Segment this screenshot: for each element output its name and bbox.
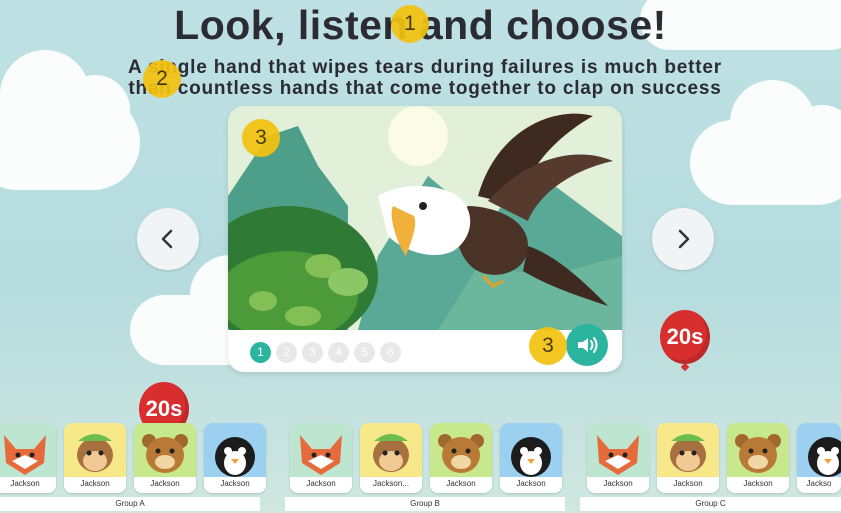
player-card[interactable]: Jackson (204, 423, 266, 493)
step-badge-1: 1 (391, 5, 429, 43)
player-name: Jackson (743, 479, 773, 488)
player-card[interactable]: Jackson (500, 423, 562, 493)
step-badge-3: 3 (242, 119, 280, 157)
monkey-avatar (360, 423, 422, 477)
player-card[interactable]: Jackson (64, 423, 126, 493)
group-label: Group C (580, 497, 841, 511)
player-card[interactable]: Jackson (587, 423, 649, 493)
player-name: Jackson (516, 479, 546, 488)
player-name: Jackson (603, 479, 633, 488)
quote-text: A single hand that wipes tears during fa… (90, 57, 760, 99)
step-badge-3b: 3 (529, 327, 567, 365)
fox-avatar (290, 423, 352, 477)
page-dot-5[interactable]: 5 (354, 342, 375, 363)
page-dot-3[interactable]: 3 (302, 342, 323, 363)
step-badge-2: 2 (143, 60, 181, 98)
monkey-avatar (64, 423, 126, 477)
chevron-right-icon (678, 229, 690, 249)
player-name: Jackson (673, 479, 703, 488)
play-audio-button[interactable] (566, 324, 608, 366)
player-name: Jackson (10, 479, 40, 488)
player-name: Jackson (306, 479, 336, 488)
player-card[interactable]: Jackson (430, 423, 492, 493)
penguin-avatar (500, 423, 562, 477)
player-card[interactable]: Jackson... (360, 423, 422, 493)
page-dot-6[interactable]: 6 (380, 342, 401, 363)
player-card[interactable]: Jackson (0, 423, 56, 493)
next-button[interactable] (652, 208, 714, 270)
fox-avatar (587, 423, 649, 477)
page-dot-2[interactable]: 2 (276, 342, 297, 363)
cloud-decoration (0, 50, 140, 190)
player-groups: Jackson Jackson Jackson Jackson Group A … (0, 423, 841, 513)
question-card: 1 2 3 4 5 6 (228, 106, 622, 372)
bear-avatar (134, 423, 196, 477)
player-card[interactable]: Jackso (797, 423, 841, 493)
player-name: Jackson (80, 479, 110, 488)
player-name: Jackson (220, 479, 250, 488)
quote-line-1: A single hand that wipes tears during fa… (128, 57, 722, 78)
prev-button[interactable] (137, 208, 199, 270)
cloud-decoration (690, 80, 841, 205)
penguin-avatar (204, 423, 266, 477)
fox-avatar (0, 423, 56, 477)
bear-avatar (727, 423, 789, 477)
eagle-illustration (228, 106, 622, 330)
player-name: Jackson (150, 479, 180, 488)
countdown-timer: 20s (660, 310, 710, 364)
group-label: Group A (0, 497, 260, 511)
player-card[interactable]: Jackson (134, 423, 196, 493)
speaker-icon (578, 337, 598, 353)
monkey-avatar (657, 423, 719, 477)
penguin-avatar (797, 423, 841, 477)
page-dot-4[interactable]: 4 (328, 342, 349, 363)
player-card[interactable]: Jackson (657, 423, 719, 493)
player-name: Jackso (806, 479, 832, 488)
chevron-left-icon (161, 229, 173, 249)
bear-avatar (430, 423, 492, 477)
group-label: Group B (285, 497, 565, 511)
player-card[interactable]: Jackson (290, 423, 352, 493)
player-name: Jackson... (372, 479, 409, 488)
player-card[interactable]: Jackson (727, 423, 789, 493)
player-name: Jackson (446, 479, 476, 488)
page-dot-1[interactable]: 1 (250, 342, 271, 363)
quote-line-2: than countless hands that come together … (128, 78, 722, 99)
pagination: 1 2 3 4 5 6 (250, 342, 401, 363)
